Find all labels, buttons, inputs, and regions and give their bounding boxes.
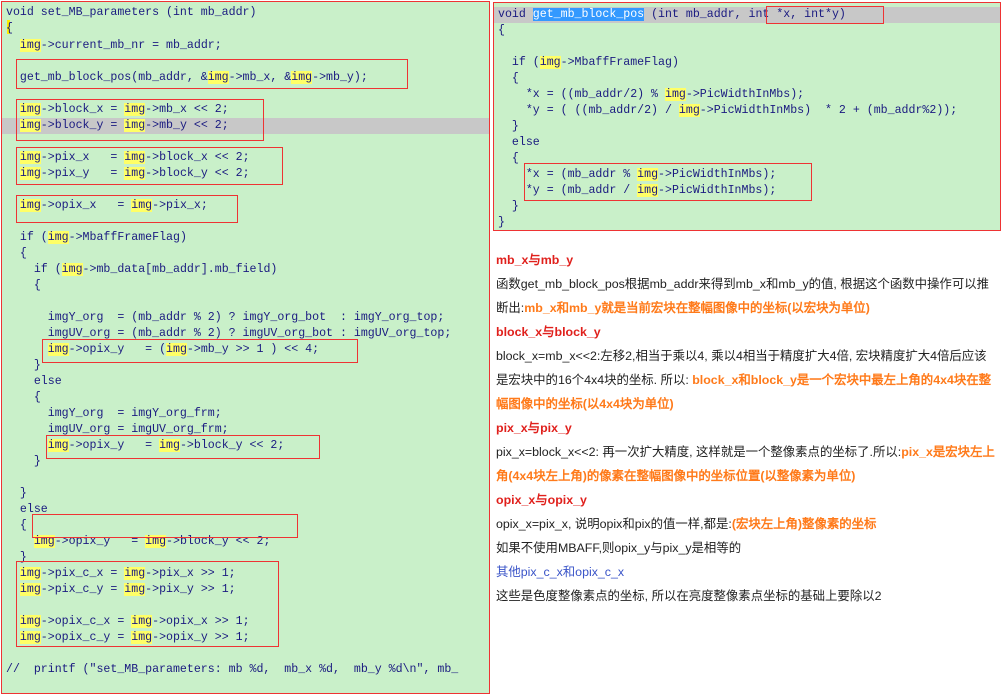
code-line[interactable]: { xyxy=(6,21,13,37)
annotation-box xyxy=(32,514,298,538)
code-line[interactable]: else xyxy=(6,374,62,390)
annotation-box xyxy=(16,195,238,223)
annotation-box xyxy=(16,561,279,647)
note-heading-opix: opix_x与opix_y xyxy=(496,493,587,507)
code-line[interactable]: { xyxy=(6,390,41,406)
code-line[interactable]: imgY_org = imgY_org_frm; xyxy=(6,406,222,422)
annotation-box xyxy=(16,59,408,89)
annotation-box xyxy=(16,147,283,185)
annotation-box xyxy=(766,6,884,24)
annotation-box xyxy=(16,99,264,141)
code-line[interactable]: if (img->mb_data[mb_addr].mb_field) xyxy=(6,262,277,278)
note-text: pix_x=block_x<<2: 再一次扩大精度, 这样就是一个整像素点的坐标… xyxy=(496,445,995,459)
code-line[interactable]: { xyxy=(6,518,27,534)
code-line[interactable]: } xyxy=(6,486,27,502)
code-comment-line[interactable]: // printf ("set_MB_parameters: mb %d, mb… xyxy=(6,662,458,678)
note-text: 幅图像中的坐标(以4x4块为单位) xyxy=(496,397,674,411)
annotation-box xyxy=(42,339,358,363)
note-heading-mb: mb_x与mb_y xyxy=(496,253,574,267)
note-text: 是宏块中的16个4x4块的坐标. 所以: block_x和block_y是一个宏… xyxy=(496,373,992,387)
right-code-pane: void get_mb_block_pos (int mb_addr, int … xyxy=(493,2,1001,231)
note-text: opix_x=pix_x, 说明opix和pix的值一样,都是:(宏块左上角)整… xyxy=(496,517,877,531)
code-line[interactable]: img->current_mb_nr = mb_addr; xyxy=(6,38,222,54)
code-line[interactable]: *y = ( ((mb_addr/2) / img->PicWidthInMbs… xyxy=(498,103,957,119)
code-line[interactable]: void set_MB_parameters (int mb_addr) xyxy=(6,5,256,21)
note-text: 断出:mb_x和mb_y就是当前宏块在整幅图像中的坐标(以宏块为单位) xyxy=(496,301,870,315)
code-line[interactable]: if (img->MbaffFrameFlag) xyxy=(498,55,679,71)
code-line[interactable]: } xyxy=(498,199,519,215)
note-heading-other: 其他pix_c_x和opix_c_x xyxy=(496,565,625,579)
note-text: 角(4x4块左上角)的像素在整幅图像中的坐标位置(以整像素为单位) xyxy=(496,469,856,483)
code-line[interactable]: } xyxy=(6,358,41,374)
annotation-box xyxy=(46,435,320,459)
code-line[interactable]: { xyxy=(6,246,27,262)
code-line[interactable]: else xyxy=(498,135,540,151)
code-line[interactable]: } xyxy=(6,454,41,470)
code-line[interactable]: } xyxy=(498,119,519,135)
code-line[interactable]: { xyxy=(498,23,505,39)
left-code-pane: void set_MB_parameters (int mb_addr) { i… xyxy=(1,1,490,694)
code-line[interactable]: { xyxy=(498,71,519,87)
code-line[interactable]: *x = ((mb_addr/2) % img->PicWidthInMbs); xyxy=(498,87,804,103)
code-line[interactable]: imgY_org = (mb_addr % 2) ? imgY_org_bot … xyxy=(6,310,445,326)
code-line[interactable]: { xyxy=(498,151,519,167)
note-text: block_x=mb_x<<2:左移2,相当于乘以4, 乘以4相当于精度扩大4倍… xyxy=(496,349,987,363)
note-text: 如果不使用MBAFF,则opix_y与pix_y是相等的 xyxy=(496,541,742,555)
code-line[interactable]: } xyxy=(498,215,505,230)
annotation-box xyxy=(524,163,812,201)
code-line[interactable]: if (img->MbaffFrameFlag) xyxy=(6,230,187,246)
code-line[interactable]: { xyxy=(6,278,41,294)
note-text: 函数get_mb_block_pos根据mb_addr来得到mb_x和mb_y的… xyxy=(496,277,989,291)
note-heading-block: block_x与block_y xyxy=(496,325,601,339)
note-heading-pix: pix_x与pix_y xyxy=(496,421,572,435)
note-text: 这些是色度整像素点的坐标, 所以在亮度整像素点坐标的基础上要除以2 xyxy=(496,589,882,603)
